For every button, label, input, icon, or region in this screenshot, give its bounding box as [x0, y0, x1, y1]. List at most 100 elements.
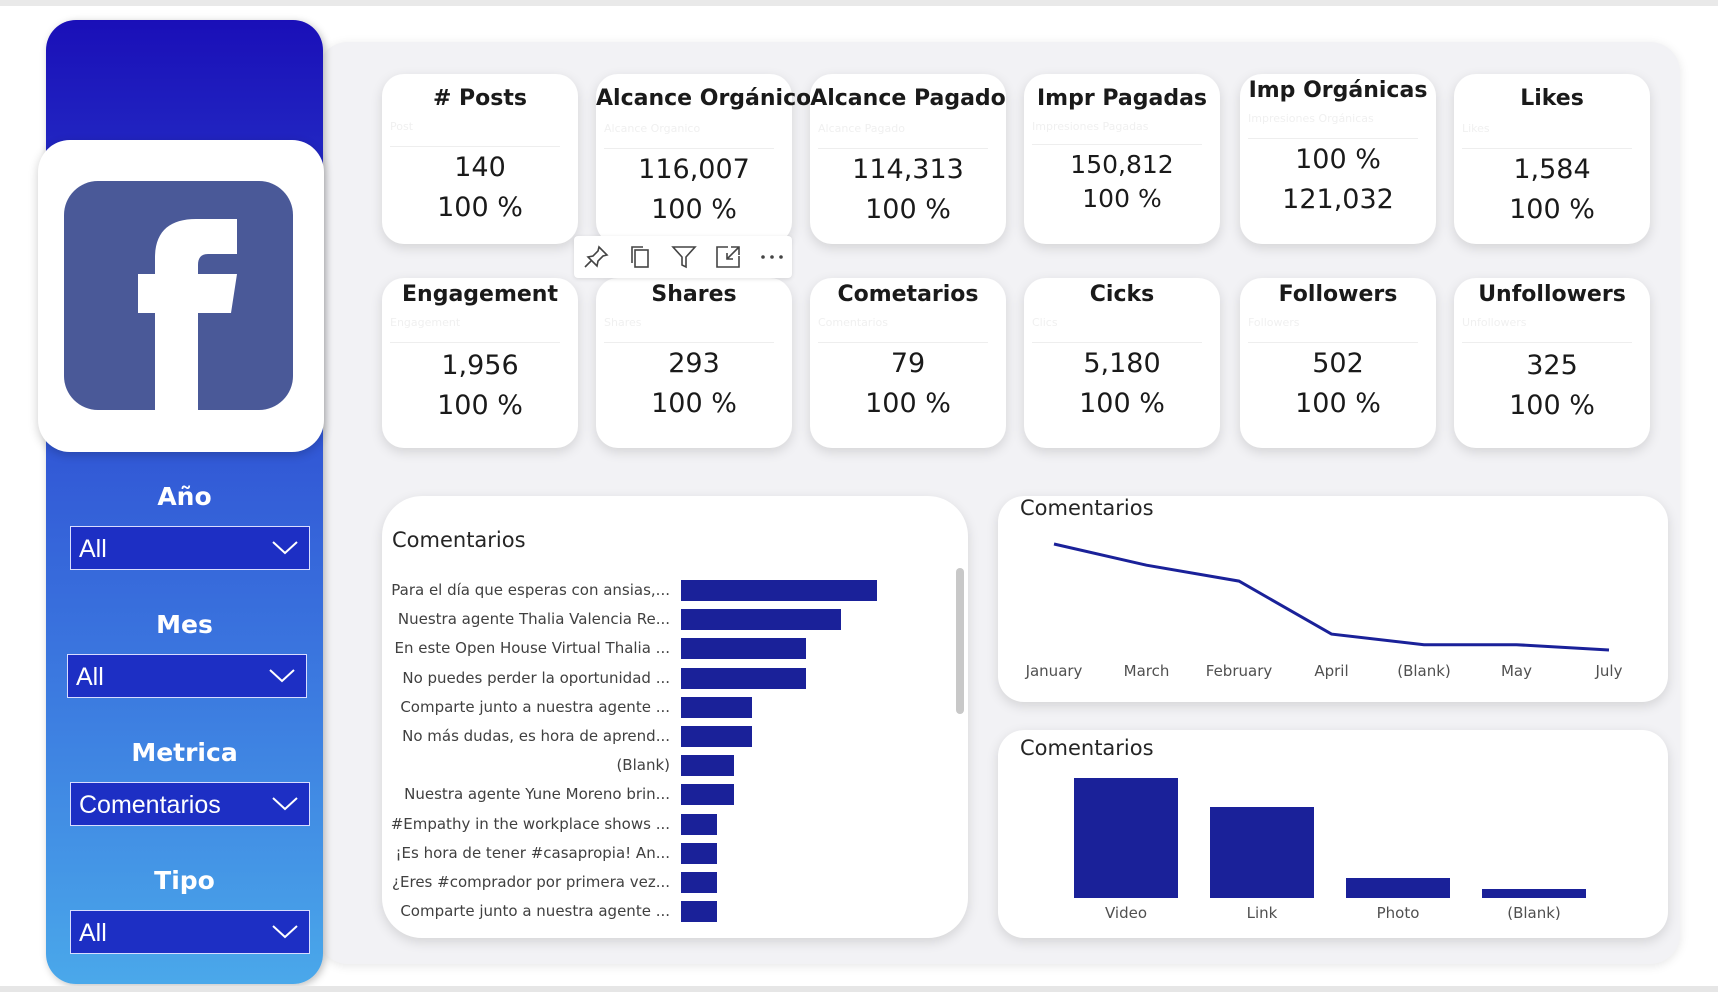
kpi-card-alcance-organico[interactable]: Alcance Orgánico Alcance Organico 116,00… [596, 74, 811, 244]
kpi-percent: 100 % [865, 388, 951, 419]
kpi-value: 79 [890, 348, 926, 379]
kpi-percent: 100 % [1079, 388, 1165, 419]
column-bar[interactable] [1346, 878, 1450, 898]
bottom-border [0, 986, 1718, 992]
kpi-divider [604, 342, 774, 343]
scrollbar[interactable] [956, 568, 964, 714]
filter-icon[interactable] [670, 244, 698, 270]
kpi-subtitle: Shares [604, 316, 642, 329]
bar-label: #Empathy in the workplace shows ... [390, 814, 670, 833]
bar-label: Comparte junto a nuestra agente ... [400, 902, 670, 921]
copy-icon[interactable] [626, 244, 654, 270]
bar-label: ¿Eres #comprador por primera vez... [392, 873, 670, 891]
kpi-divider [1462, 148, 1632, 149]
chevron-down-icon [269, 669, 295, 683]
kpi-card-cometarios[interactable]: Cometarios Comentarios 79 100 % [810, 278, 1006, 448]
chevron-down-icon [272, 797, 298, 811]
bar-label: (Blank) [616, 756, 670, 775]
bar[interactable] [681, 872, 717, 893]
metric-filter-label: Metrica [131, 738, 238, 767]
bar[interactable] [681, 609, 841, 631]
kpi-title: Cometarios [837, 282, 979, 307]
month-dropdown[interactable]: All [67, 654, 307, 698]
bar-label: No más dudas, es hora de aprend... [402, 727, 670, 745]
kpi-value: 5,180 [1083, 348, 1161, 379]
bar-label: Para el día que esperas con ansias,... [391, 581, 670, 599]
bar[interactable] [681, 696, 752, 718]
bar-label: En este Open House Virtual Thalia ... [394, 639, 670, 658]
kpi-card-alcance-pagado[interactable]: Alcance Pagado Alcance Pagado 114,313 10… [810, 74, 1006, 244]
kpi-subtitle: Likes [1462, 122, 1490, 135]
kpi-card-impr-pagadas[interactable]: Impr Pagadas Impresiones Pagadas 150,812… [1024, 74, 1220, 244]
bar[interactable] [681, 638, 806, 660]
month-filter-label: Mes [156, 610, 213, 639]
focus-mode-icon[interactable] [714, 244, 742, 270]
column-bar[interactable] [1210, 807, 1314, 898]
kpi-value: 293 [668, 348, 720, 379]
kpi-title: Impr Pagadas [1036, 86, 1208, 111]
bar-label: Comparte junto a nuestra agente ... [400, 697, 670, 716]
top-border [0, 0, 1718, 6]
kpi-card-imp-organicas[interactable]: Imp Orgánicas Impresiones Orgánicas 100 … [1240, 74, 1436, 244]
bar[interactable] [681, 784, 734, 806]
kpi-divider [1032, 144, 1202, 145]
kpi-divider [1248, 342, 1418, 343]
kpi-subtitle: Engagement [390, 316, 461, 329]
kpi-subtitle: Alcance Pagado [818, 122, 905, 135]
kpi-percent: 100 % [651, 194, 737, 225]
series-line[interactable] [1053, 542, 1610, 652]
kpi-percent: 100 % [865, 194, 951, 225]
bar[interactable] [681, 901, 717, 923]
kpi-divider [1032, 342, 1202, 343]
kpi-subtitle: Comentarios [818, 316, 888, 329]
kpi-title: Likes [1520, 86, 1584, 111]
facebook-logo-icon [64, 181, 293, 410]
bar[interactable] [681, 580, 877, 601]
bar-label: Nuestra agente Thalia Valencia Re... [397, 610, 670, 629]
kpi-card-posts[interactable]: # Posts Post 140 100 % [382, 74, 578, 244]
kpi-card-likes[interactable]: Likes Likes 1,584 100 % [1454, 74, 1650, 244]
kpi-percent: 100 % [437, 192, 523, 223]
column-bar[interactable] [1074, 778, 1178, 898]
column-bar[interactable] [1482, 889, 1586, 898]
kpi-value: 140 [454, 152, 506, 183]
metric-dropdown[interactable]: Comentarios [70, 782, 310, 826]
year-filter-label: Año [157, 482, 212, 511]
year-dropdown-value: All [79, 535, 107, 563]
x-tick-label: Video [1104, 904, 1148, 922]
kpi-percent: 100 % [1082, 184, 1162, 213]
kpi-title: Unfollowers [1478, 282, 1626, 307]
bar[interactable] [681, 755, 734, 777]
year-dropdown[interactable]: All [70, 526, 310, 570]
kpi-title: Shares [651, 282, 737, 307]
kpi-value: 1,584 [1513, 154, 1591, 185]
type-dropdown[interactable]: All [70, 910, 310, 954]
kpi-percent: 121,032 [1282, 184, 1394, 215]
kpi-card-shares[interactable]: Shares Shares 293 100 % [596, 278, 792, 448]
x-tick-label: Photo [1376, 904, 1420, 922]
bar[interactable] [681, 726, 752, 747]
type-filter-label: Tipo [154, 866, 215, 895]
kpi-divider [390, 342, 560, 343]
metric-dropdown-value: Comentarios [79, 791, 221, 819]
kpi-card-unfollowers[interactable]: Unfollowers Unfollowers 325 100 % [1454, 278, 1650, 448]
kpi-card-cicks[interactable]: Cicks Clics 5,180 100 % [1024, 278, 1220, 448]
kpi-divider [1462, 342, 1632, 343]
chevron-down-icon [272, 925, 298, 939]
posts-comments-bar-chart[interactable] [382, 496, 968, 938]
bar[interactable] [681, 842, 717, 864]
kpi-divider [604, 148, 774, 149]
kpi-value: 325 [1526, 350, 1578, 381]
kpi-card-followers[interactable]: Followers Followers 502 100 % [1240, 278, 1436, 448]
kpi-card-engagement[interactable]: Engagement Engagement 1,956 100 % [382, 278, 578, 448]
bar[interactable] [681, 667, 806, 689]
more-options-icon[interactable] [758, 244, 786, 270]
kpi-title: Imp Orgánicas [1248, 78, 1428, 103]
kpi-title: Followers [1278, 282, 1398, 307]
kpi-title: Cicks [1089, 282, 1155, 307]
bar[interactable] [681, 813, 717, 835]
pin-icon[interactable] [582, 244, 610, 270]
x-tick-label: July [1595, 662, 1623, 680]
chart-title: Comentarios [1020, 736, 1154, 760]
x-tick-label: Link [1246, 904, 1278, 922]
